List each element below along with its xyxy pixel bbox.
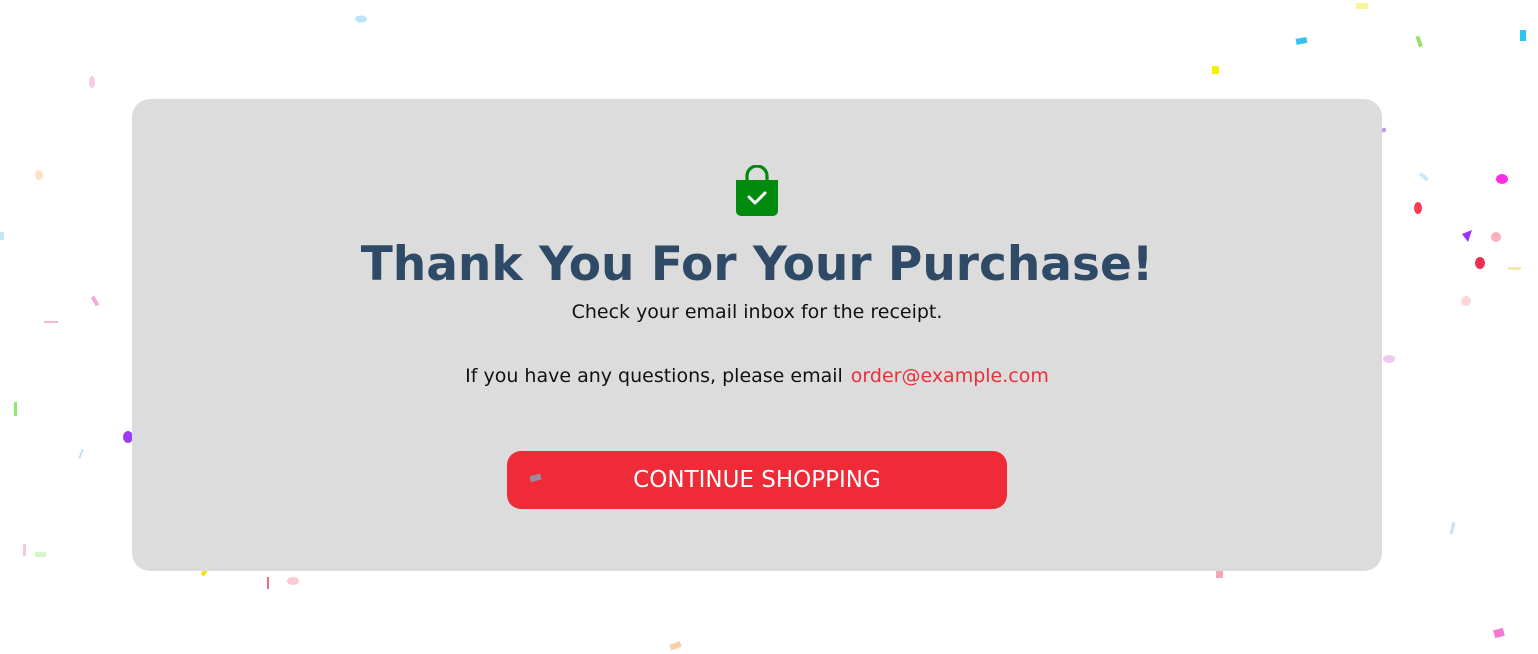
confetti-piece [1212, 66, 1219, 74]
page-title: Thank You For Your Purchase! [360, 237, 1154, 292]
confetti-piece [1418, 172, 1430, 182]
confetti-piece [35, 552, 46, 557]
confetti-piece [1491, 232, 1501, 242]
confetti-piece [1493, 627, 1505, 639]
contact-message-text: If you have any questions, please email [465, 365, 843, 387]
confetti-piece [1462, 230, 1472, 242]
shopping-bag-check-icon [736, 165, 778, 216]
confetti-piece [0, 232, 4, 240]
confetti-piece [90, 295, 100, 307]
confetti-piece [1449, 521, 1456, 535]
confetti-piece [1383, 355, 1395, 363]
confetti-piece [89, 76, 95, 88]
confetti-piece [1475, 257, 1485, 269]
confetti-piece [1415, 35, 1423, 48]
confetti-piece [44, 321, 58, 323]
confetti-piece [78, 448, 84, 460]
confetti-piece [1295, 37, 1308, 45]
contact-message: If you have any questions, please email o… [132, 363, 1382, 389]
confetti-piece [23, 544, 26, 556]
page: Thank You For Your Purchase! Check your … [0, 0, 1538, 654]
confetti-piece [1461, 296, 1471, 306]
confetti-piece [287, 577, 299, 585]
confirmation-card: Thank You For Your Purchase! Check your … [132, 99, 1382, 571]
contact-email-link[interactable]: order@example.com [851, 365, 1049, 387]
receipt-message: Check your email inbox for the receipt. [571, 301, 943, 323]
confetti-piece [35, 170, 43, 180]
confetti-piece [1520, 30, 1526, 41]
confetti-piece [1496, 174, 1508, 184]
confetti-piece [1356, 3, 1368, 9]
confetti-piece [267, 577, 269, 589]
continue-shopping-button[interactable]: CONTINUE SHOPPING [507, 451, 1007, 509]
confetti-piece [1414, 202, 1422, 214]
confetti-piece [14, 402, 17, 416]
confetti-piece [1508, 267, 1521, 270]
confetti-piece [669, 641, 682, 651]
confetti-piece [355, 15, 367, 23]
